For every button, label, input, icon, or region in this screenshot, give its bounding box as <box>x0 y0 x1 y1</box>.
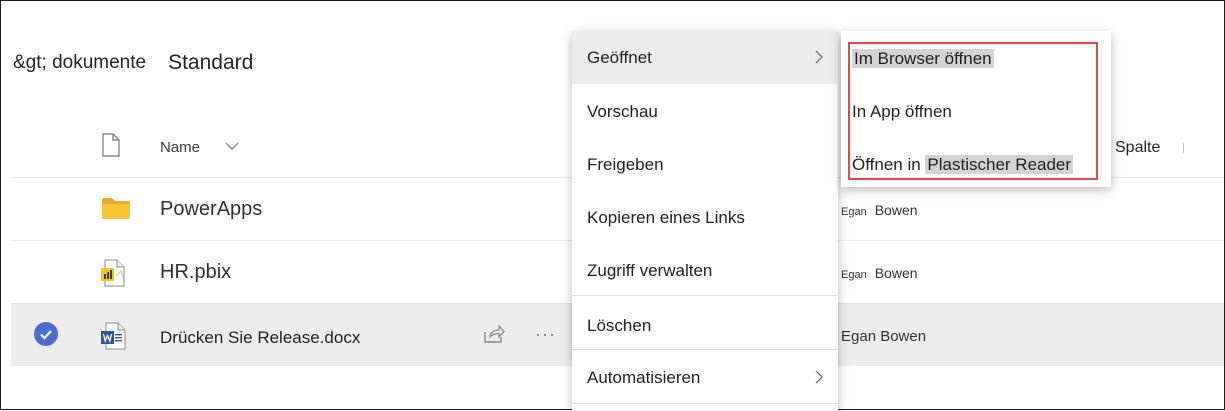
menu-divider <box>572 295 838 296</box>
menu-item-opened[interactable]: Geöffnet <box>572 31 838 84</box>
modified-by: Egan Bowen <box>841 265 918 281</box>
column-separator <box>1183 143 1184 153</box>
modified-by-last: Bowen <box>874 265 918 281</box>
menu-item-label: Geöffnet <box>587 48 652 67</box>
chevron-down-icon[interactable] <box>224 139 240 157</box>
share-icon[interactable] <box>483 324 505 349</box>
chevron-right-icon <box>814 369 824 390</box>
file-name[interactable]: Drücken Sie Release.docx <box>160 328 360 348</box>
column-header-name[interactable]: Name <box>160 139 200 156</box>
submenu-item-label: In App öffnen <box>852 102 952 121</box>
submenu-item-label-highlight: Plastischer Reader <box>925 155 1074 174</box>
file-name[interactable]: HR.pbix <box>160 261 231 284</box>
context-menu: Geöffnet Vorschau Freigeben Kopieren ein… <box>572 31 838 411</box>
menu-item-label: Freigeben <box>587 155 664 174</box>
menu-item-label: Vorschau <box>587 102 658 121</box>
modified-by: Egan Bowen <box>841 202 918 218</box>
modified-by-last: Bowen <box>874 202 918 218</box>
modified-by-first: Egan <box>841 269 867 281</box>
submenu-item-open-in-app[interactable]: In App öffnen <box>852 102 952 122</box>
menu-item-label: Kopieren eines Links <box>587 208 745 227</box>
menu-item-copy-link[interactable]: Kopieren eines Links <box>572 191 838 244</box>
menu-item-delete[interactable]: Löschen <box>572 299 838 352</box>
menu-item-label: Löschen <box>587 316 652 335</box>
column-header-add-column[interactable]: Spalte <box>1115 139 1160 157</box>
menu-divider <box>572 403 838 404</box>
menu-item-share[interactable]: Freigeben <box>572 138 838 191</box>
submenu-item-label: Im Browser öffnen <box>852 49 994 68</box>
powerbi-file-icon <box>101 259 127 292</box>
menu-item-manage-access[interactable]: Zugriff verwalten <box>572 244 838 297</box>
submenu-item-open-in-browser[interactable]: Im Browser öffnen <box>852 49 994 69</box>
modified-by: Egan Bowen <box>841 328 927 345</box>
document-icon <box>101 133 121 162</box>
menu-divider <box>572 349 838 350</box>
checkmark-circle-icon[interactable] <box>34 322 58 346</box>
menu-item-label: Automatisieren <box>587 368 701 387</box>
breadcrumb[interactable]: &gt; dokumente <box>13 52 146 74</box>
chevron-right-icon <box>814 49 824 70</box>
submenu-item-open-in-immersive-reader[interactable]: Öffnen in Plastischer Reader <box>852 155 1074 175</box>
word-file-icon <box>101 322 127 355</box>
menu-item-automate[interactable]: Automatisieren <box>572 351 838 404</box>
more-icon[interactable]: ··· <box>535 324 556 345</box>
file-name[interactable]: PowerApps <box>160 198 262 221</box>
app-window: &gt; dokumente Standard Name Spalte Powe… <box>0 0 1225 411</box>
open-submenu: Im Browser öffnen In App öffnen Öffnen i… <box>841 31 1111 187</box>
folder-icon <box>101 196 131 225</box>
submenu-item-label-prefix: Öffnen in <box>852 155 921 174</box>
menu-item-preview[interactable]: Vorschau <box>572 85 838 138</box>
view-selector[interactable]: Standard <box>168 51 253 75</box>
page-header: &gt; dokumente Standard <box>13 51 253 75</box>
modified-by-first: Egan <box>841 206 867 218</box>
menu-item-label: Zugriff verwalten <box>587 261 713 280</box>
